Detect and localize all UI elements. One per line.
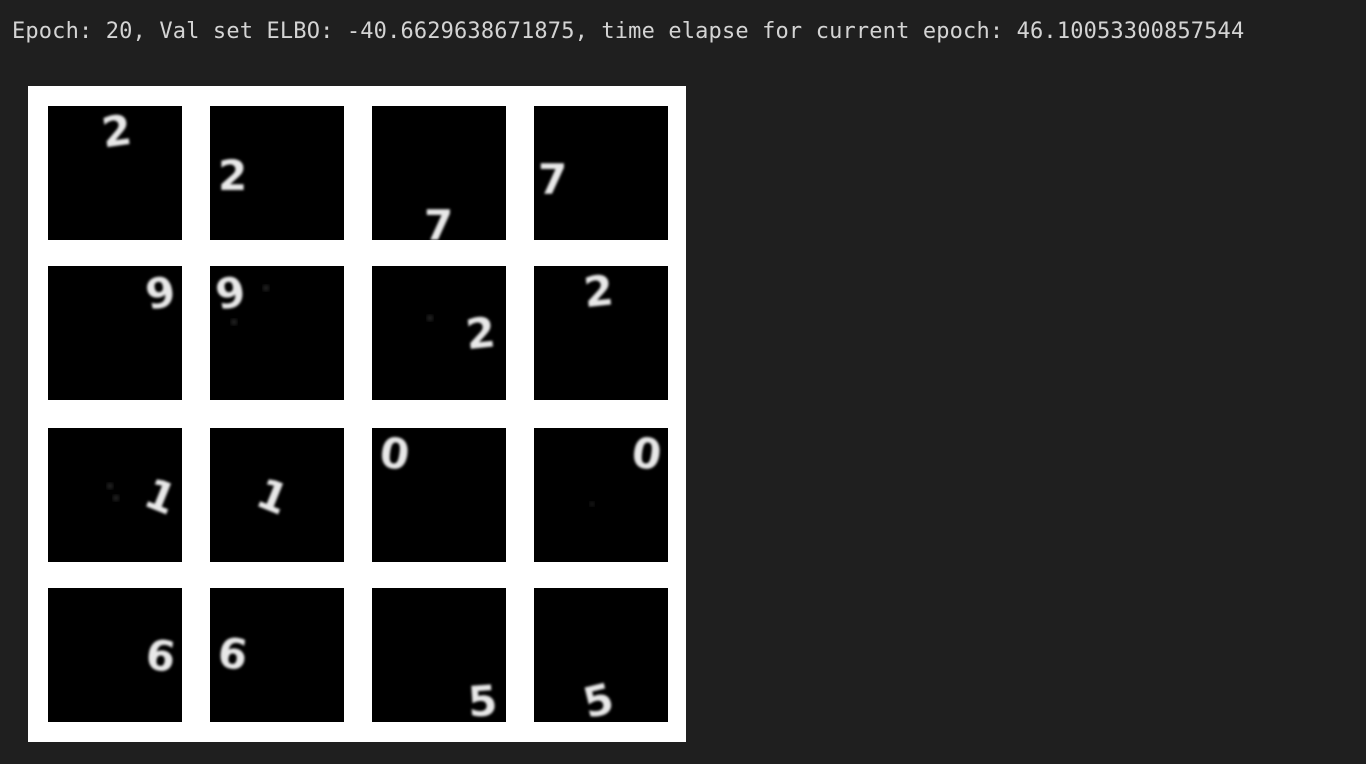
digit-glyph: 0 bbox=[629, 428, 665, 480]
digit-grid-figure: 2 2 7 7 9 9 2 2 1 1 0 0 6 6 5 5 bbox=[28, 86, 686, 742]
digit-glyph: 5 bbox=[578, 674, 618, 722]
digit-glyph: 5 bbox=[466, 676, 499, 722]
digit-glyph: 1 bbox=[250, 468, 295, 524]
digit-glyph: 2 bbox=[99, 106, 135, 157]
digit-cell: 9 bbox=[48, 266, 182, 400]
digit-glyph: 7 bbox=[538, 155, 567, 204]
digit-cell: 0 bbox=[372, 428, 506, 562]
digit-cell: 9 bbox=[210, 266, 344, 400]
digit-glyph: 7 bbox=[424, 201, 453, 240]
digit-glyph: 9 bbox=[212, 266, 249, 319]
digit-glyph: 0 bbox=[377, 428, 413, 480]
digit-cell: 1 bbox=[48, 428, 182, 562]
digit-glyph: 6 bbox=[215, 628, 251, 681]
digit-glyph: 2 bbox=[218, 151, 247, 200]
digit-glyph: 2 bbox=[581, 266, 615, 317]
digit-cell: 2 bbox=[48, 106, 182, 240]
digit-glyph: 6 bbox=[143, 630, 179, 683]
digit-glyph: 1 bbox=[138, 468, 182, 524]
digit-cell: 2 bbox=[534, 266, 668, 400]
digit-cell: 5 bbox=[372, 588, 506, 722]
digit-glyph: 2 bbox=[463, 307, 497, 359]
digit-cell: 2 bbox=[372, 266, 506, 400]
digit-cell: 6 bbox=[48, 588, 182, 722]
cell-output-text: Epoch: 20, Val set ELBO: -40.66296386718… bbox=[12, 19, 1245, 44]
digit-cell: 0 bbox=[534, 428, 668, 562]
digit-cell: 6 bbox=[210, 588, 344, 722]
digit-cell: 2 bbox=[210, 106, 344, 240]
digit-glyph: 9 bbox=[142, 266, 179, 319]
digit-cell: 5 bbox=[534, 588, 668, 722]
digit-cell: 7 bbox=[534, 106, 668, 240]
digit-cell: 7 bbox=[372, 106, 506, 240]
digit-cell: 1 bbox=[210, 428, 344, 562]
